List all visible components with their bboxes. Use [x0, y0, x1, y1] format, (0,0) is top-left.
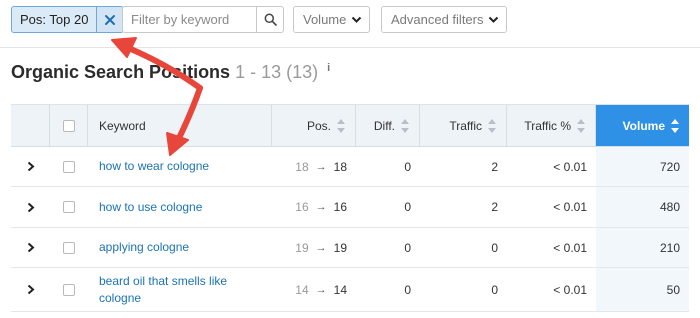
traffic-cell: 0 — [491, 282, 498, 297]
select-all-checkbox[interactable] — [62, 119, 75, 132]
select-cell — [50, 147, 88, 186]
pos-cell: 16 → 16 — [272, 187, 356, 227]
sort-icon — [488, 118, 497, 133]
table-row: how to use cologne 16 → 16 0 2 < 0.01 48… — [11, 187, 689, 228]
diff-cell: 0 — [404, 282, 411, 297]
sort-icon — [401, 118, 410, 133]
volume-column-label: Volume — [622, 118, 665, 133]
expand-cell — [11, 228, 50, 267]
previous-position: 14 — [295, 282, 309, 297]
diff-cell: 0 — [404, 200, 411, 214]
chevron-down-icon — [351, 12, 362, 27]
select-cell — [50, 228, 88, 267]
keyword-cell: how to use cologne — [88, 187, 272, 227]
positions-table: Keyword Pos. Diff. Traffic Traffic % Vol… — [11, 104, 689, 312]
pos-cell: 14 → 14 — [272, 268, 356, 311]
select-all-cell — [50, 105, 88, 146]
traffic-pct-cell: < 0.01 — [553, 282, 587, 297]
traffic-column-header[interactable]: Traffic — [420, 105, 507, 146]
traffic-cell: 0 — [491, 240, 498, 255]
diff-column-header[interactable]: Diff. — [356, 105, 420, 146]
previous-position: 16 — [295, 200, 309, 214]
arrow-right-icon: → — [315, 283, 327, 296]
keyword-link[interactable]: how to use cologne — [99, 199, 202, 216]
volume-cell: 210 — [596, 228, 689, 267]
table-header: Keyword Pos. Diff. Traffic Traffic % Vol… — [11, 104, 689, 147]
volume-cell: 720 — [596, 147, 689, 186]
select-cell — [50, 187, 88, 227]
position-filter-chip[interactable]: Pos: Top 20 — [11, 6, 125, 33]
expand-cell — [11, 268, 50, 311]
current-position: 19 — [333, 240, 347, 255]
keyword-cell: beard oil that smells like cologne — [88, 268, 272, 311]
traffic-pct-column-header[interactable]: Traffic % — [507, 105, 596, 146]
volume-dropdown[interactable]: Volume — [293, 6, 370, 33]
row-checkbox[interactable] — [63, 160, 75, 173]
traffic-pct-column-label: Traffic % — [524, 118, 571, 133]
page-title-text: Organic Search Positions — [11, 62, 231, 82]
volume-column-header[interactable]: Volume — [596, 105, 689, 146]
page-title: Organic Search Positions 1 - 13 (13) i — [11, 62, 330, 83]
position-filter-chip-label: Pos: Top 20 — [20, 12, 89, 27]
pos-cell: 19 → 19 — [272, 228, 356, 267]
row-checkbox[interactable] — [63, 201, 75, 213]
sort-icon — [337, 118, 346, 133]
keyword-link[interactable]: how to wear cologne — [99, 158, 209, 175]
diff-cell: 0 — [404, 159, 411, 174]
chevron-down-icon — [488, 12, 499, 27]
traffic-column-label: Traffic — [449, 118, 482, 133]
pos-column-label: Pos. — [306, 118, 331, 133]
arrow-right-icon: → — [315, 241, 327, 254]
result-range: 1 - 13 (13) — [235, 62, 319, 82]
current-position: 18 — [333, 159, 347, 174]
close-icon[interactable] — [96, 7, 124, 32]
keyword-link[interactable]: applying cologne — [99, 239, 189, 256]
current-position: 16 — [333, 200, 347, 214]
sort-icon — [577, 118, 586, 133]
info-icon[interactable]: i — [327, 62, 330, 74]
keyword-link[interactable]: beard oil that smells like cologne — [99, 273, 266, 307]
traffic-cell: 2 — [491, 159, 498, 174]
chevron-right-icon[interactable] — [27, 161, 35, 172]
chevron-right-icon[interactable] — [27, 284, 35, 295]
expand-cell — [11, 147, 50, 186]
current-position: 14 — [333, 282, 347, 297]
row-checkbox[interactable] — [63, 241, 75, 254]
traffic-pct-cell: < 0.01 — [553, 240, 587, 255]
keyword-cell: how to wear cologne — [88, 147, 272, 186]
advanced-filters-dropdown[interactable]: Advanced filters — [381, 6, 507, 33]
traffic-cell: 2 — [491, 200, 498, 214]
keyword-column-label: Keyword — [99, 118, 146, 133]
diff-cell: 0 — [404, 240, 411, 255]
arrow-right-icon: → — [315, 160, 327, 173]
table-row: applying cologne 19 → 19 0 0 < 0.01 210 — [11, 228, 689, 268]
volume-dropdown-label: Volume — [303, 12, 347, 27]
table-row: beard oil that smells like cologne 14 → … — [11, 268, 689, 312]
expand-cell — [11, 187, 50, 227]
traffic-pct-cell: < 0.01 — [553, 200, 587, 214]
volume-cell: 50 — [596, 268, 689, 311]
arrow-right-icon: → — [315, 201, 327, 213]
previous-position: 19 — [295, 240, 309, 255]
pos-column-header[interactable]: Pos. — [272, 105, 356, 146]
diff-column-label: Diff. — [373, 118, 395, 133]
previous-position: 18 — [295, 159, 309, 174]
pos-cell: 18 → 18 — [272, 147, 356, 186]
keyword-column-header: Keyword — [88, 105, 272, 146]
volume-cell: 480 — [596, 187, 689, 227]
advanced-filters-label: Advanced filters — [391, 12, 484, 27]
filter-bar: Pos: Top 20 Volume Advanced filters — [0, 0, 700, 48]
chevron-right-icon[interactable] — [27, 242, 35, 253]
keyword-filter — [122, 6, 284, 33]
chevron-right-icon[interactable] — [27, 202, 35, 213]
keyword-cell: applying cologne — [88, 228, 272, 267]
keyword-filter-input[interactable] — [123, 7, 256, 32]
row-checkbox[interactable] — [63, 283, 75, 296]
traffic-pct-cell: < 0.01 — [553, 159, 587, 174]
sort-icon — [671, 118, 680, 133]
expand-column-header — [11, 105, 50, 146]
table-row: how to wear cologne 18 → 18 0 2 < 0.01 7… — [11, 147, 689, 187]
select-cell — [50, 268, 88, 311]
search-icon[interactable] — [256, 7, 283, 32]
